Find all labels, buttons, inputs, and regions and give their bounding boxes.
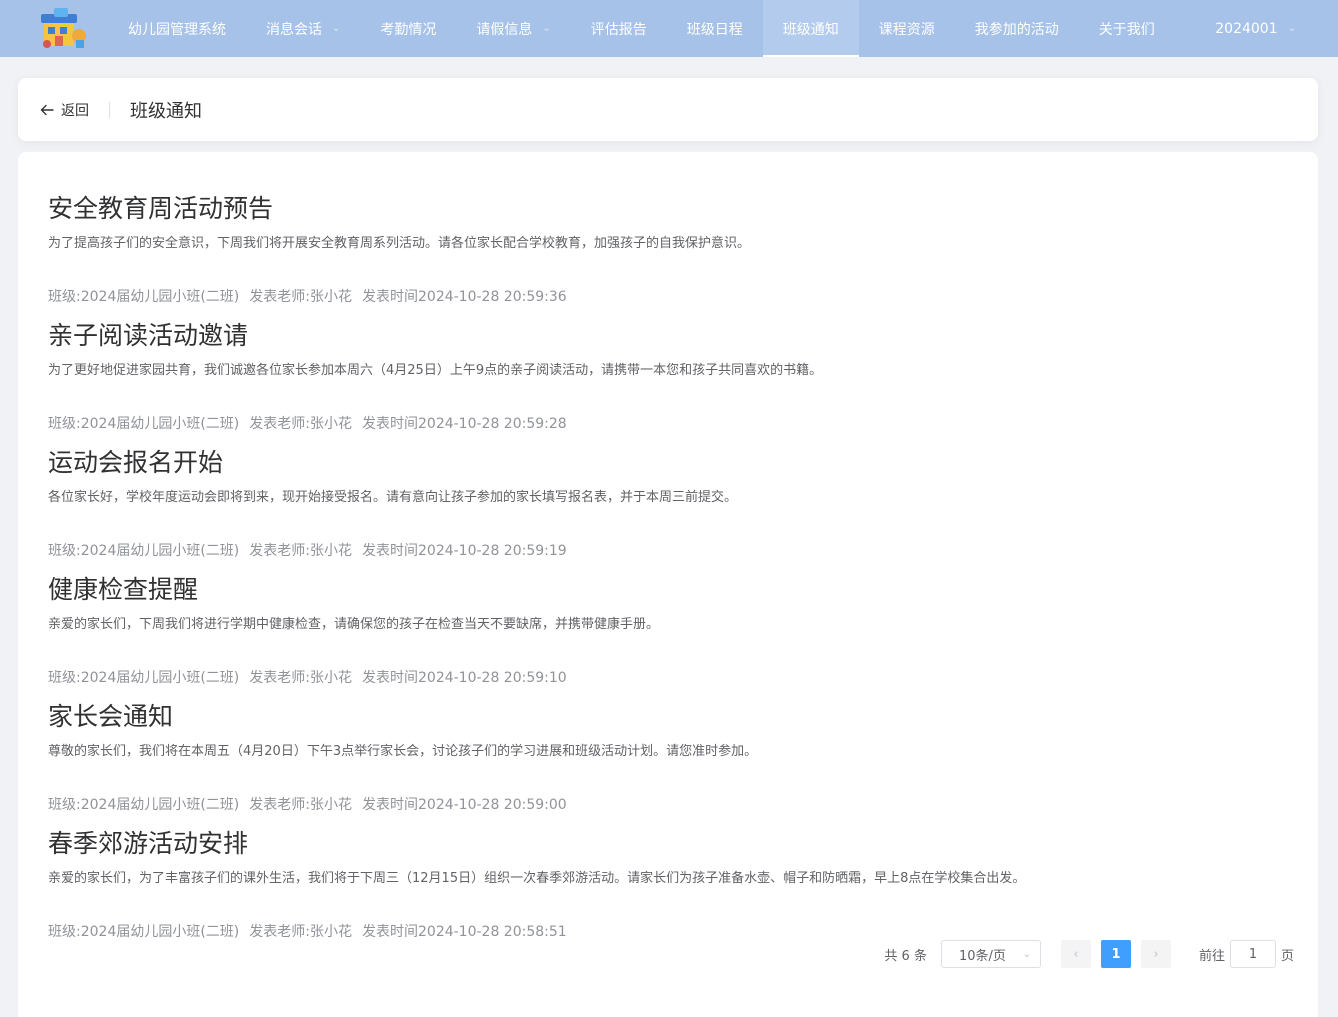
page-title: 班级通知 xyxy=(130,100,202,122)
notice-teacher: 发表老师:张小花 xyxy=(249,543,352,559)
nav-item-attendance[interactable]: 考勤情况 xyxy=(360,0,456,57)
notice-title: 健康检查提醒 xyxy=(48,575,199,604)
page-size-select[interactable]: 10条/页 ⌄ xyxy=(940,940,1041,968)
goto-suffix: 页 xyxy=(1280,948,1294,964)
user-id: 2024001 xyxy=(1215,20,1278,37)
pagination: 共 6 条 10条/页 ⌄ ‹ 1 › 前往 页 xyxy=(884,940,1294,968)
notice-title: 亲子阅读活动邀请 xyxy=(48,321,249,350)
back-label: 返回 xyxy=(61,102,89,119)
notice-item[interactable]: 亲子阅读活动邀请 为了更好地促进家园共育，我们诚邀各位家长参加本周六（4月25日… xyxy=(48,319,1288,434)
nav-item-about[interactable]: 关于我们 xyxy=(1079,0,1175,57)
chevron-down-icon: ⌄ xyxy=(1022,948,1031,960)
nav-label: 请假信息 xyxy=(476,21,533,38)
nav-item-class-notices[interactable]: 班级通知 xyxy=(762,0,859,57)
top-nav: 幼儿园管理系统 消息会话 ⌄ 考勤情况 请假信息 ⌄ 评估报告 班级日程 班级通知 … xyxy=(0,0,1338,57)
notice-meta: 班级:2024届幼儿园小班(二班) 发表老师:张小花 发表时间2024-10-28 … xyxy=(48,795,1288,815)
notice-meta: 班级:2024届幼儿园小班(二班) 发表老师:张小花 发表时间2024-10-28 … xyxy=(48,541,1288,561)
notice-title: 运动会报名开始 xyxy=(48,448,224,477)
nav-label: 班级日程 xyxy=(686,21,743,38)
divider xyxy=(109,101,110,118)
nav-label: 考勤情况 xyxy=(380,21,437,38)
notice-meta: 班级:2024届幼儿园小班(二班) 发表老师:张小花 发表时间2024-10-28 … xyxy=(48,668,1288,688)
notice-class: 班级:2024届幼儿园小班(二班) xyxy=(48,924,240,940)
notice-meta: 班级:2024届幼儿园小班(二班) 发表老师:张小花 发表时间2024-10-28 … xyxy=(48,287,1288,307)
notice-time: 发表时间2024-10-28 20:59:36 xyxy=(362,289,567,305)
chevron-down-icon: ⌄ xyxy=(1287,23,1296,34)
notice-title: 家长会通知 xyxy=(48,702,174,731)
chevron-down-icon: ⌄ xyxy=(542,23,551,34)
nav-item-reports[interactable]: 评估报告 xyxy=(571,0,667,57)
school-logo-icon xyxy=(41,7,86,48)
notice-body: 亲爱的家长们，下周我们将进行学期中健康检查，请确保您的孩子在检查当天不要缺席，并… xyxy=(48,617,660,632)
chevron-right-icon: › xyxy=(1153,946,1159,962)
back-button[interactable]: 返回 xyxy=(40,100,89,120)
notice-list: 安全教育周活动预告 为了提高孩子们的安全意识，下周我们将开展安全教育周系列活动。… xyxy=(18,152,1318,1017)
nav-label: 关于我们 xyxy=(1098,21,1155,38)
user-menu[interactable]: 2024001 ⌄ xyxy=(1195,0,1338,57)
notice-item[interactable]: 运动会报名开始 各位家长好，学校年度运动会即将到来，现开始接受报名。请有意向让孩… xyxy=(48,446,1288,561)
nav-label: 课程资源 xyxy=(878,21,935,38)
nav-label: 我参加的活动 xyxy=(974,21,1059,38)
goto-prefix: 前往 xyxy=(1198,948,1225,964)
notice-item[interactable]: 安全教育周活动预告 为了提高孩子们的安全意识，下周我们将开展安全教育周系列活动。… xyxy=(48,192,1288,307)
nav-item-leave[interactable]: 请假信息 ⌄ xyxy=(456,0,570,57)
logo[interactable] xyxy=(0,0,108,57)
notice-teacher: 发表老师:张小花 xyxy=(249,797,352,813)
nav-item-course-resources[interactable]: 课程资源 xyxy=(859,0,955,57)
notice-title: 春季郊游活动安排 xyxy=(48,829,249,858)
notice-class: 班级:2024届幼儿园小班(二班) xyxy=(48,543,240,559)
nav-label: 班级通知 xyxy=(782,21,839,38)
notice-teacher: 发表老师:张小花 xyxy=(249,924,352,940)
nav-item-messages[interactable]: 消息会话 ⌄ xyxy=(246,0,360,57)
notice-item[interactable]: 家长会通知 尊敬的家长们，我们将在本周五（4月20日）下午3点举行家长会，讨论孩… xyxy=(48,700,1288,815)
nav-label: 消息会话 xyxy=(266,21,322,38)
nav-label: 幼儿园管理系统 xyxy=(128,21,226,38)
notice-teacher: 发表老师:张小花 xyxy=(249,416,352,432)
nav-item-my-activities[interactable]: 我参加的活动 xyxy=(955,0,1079,57)
pagination-total: 共 6 条 xyxy=(884,948,927,964)
nav-item-home[interactable]: 幼儿园管理系统 xyxy=(108,0,246,57)
notice-item[interactable]: 春季郊游活动安排 亲爱的家长们，为了丰富孩子们的课外生活，我们将于下周三（12月… xyxy=(48,827,1288,942)
arrow-left-icon xyxy=(40,104,54,115)
notice-time: 发表时间2024-10-28 20:59:19 xyxy=(362,543,567,559)
notice-class: 班级:2024届幼儿园小班(二班) xyxy=(48,416,240,432)
notice-class: 班级:2024届幼儿园小班(二班) xyxy=(48,670,240,686)
nav-item-schedule[interactable]: 班级日程 xyxy=(667,0,763,57)
notice-meta: 班级:2024届幼儿园小班(二班) 发表老师:张小花 发表时间2024-10-28 … xyxy=(48,414,1288,434)
notice-body: 为了提高孩子们的安全意识，下周我们将开展安全教育周系列活动。请各位家长配合学校教… xyxy=(48,236,751,251)
notice-title: 安全教育周活动预告 xyxy=(48,194,274,223)
nav-label: 评估报告 xyxy=(590,21,647,38)
notice-teacher: 发表老师:张小花 xyxy=(249,670,352,686)
chevron-down-icon: ⌄ xyxy=(332,23,341,34)
notice-body: 为了更好地促进家园共育，我们诚邀各位家长参加本周六（4月25日）上午9点的亲子阅… xyxy=(48,363,823,378)
notice-time: 发表时间2024-10-28 20:59:28 xyxy=(362,416,567,432)
page-number-current[interactable]: 1 xyxy=(1100,940,1131,968)
chevron-left-icon: ‹ xyxy=(1073,946,1079,962)
notice-body: 各位家长好，学校年度运动会即将到来，现开始接受报名。请有意向让孩子参加的家长填写… xyxy=(48,490,738,505)
page-size-value: 10条/页 xyxy=(958,948,1006,964)
prev-page-button[interactable]: ‹ xyxy=(1060,940,1091,968)
notice-class: 班级:2024届幼儿园小班(二班) xyxy=(48,797,240,813)
page-header: 返回 班级通知 xyxy=(18,78,1318,141)
notice-body: 亲爱的家长们，为了丰富孩子们的课外生活，我们将于下周三（12月15日）组织一次春… xyxy=(48,871,1026,886)
notice-time: 发表时间2024-10-28 20:59:10 xyxy=(362,670,567,686)
notice-time: 发表时间2024-10-28 20:58:51 xyxy=(362,924,567,940)
notice-teacher: 发表老师:张小花 xyxy=(249,289,352,305)
notice-class: 班级:2024届幼儿园小班(二班) xyxy=(48,289,240,305)
goto-page-input[interactable] xyxy=(1229,940,1276,968)
notice-meta: 班级:2024届幼儿园小班(二班) 发表老师:张小花 发表时间2024-10-28 … xyxy=(48,922,1288,942)
notice-item[interactable]: 健康检查提醒 亲爱的家长们，下周我们将进行学期中健康检查，请确保您的孩子在检查当… xyxy=(48,573,1288,688)
notice-body: 尊敬的家长们，我们将在本周五（4月20日）下午3点举行家长会，讨论孩子们的学习进… xyxy=(48,744,758,759)
next-page-button[interactable]: › xyxy=(1140,940,1171,968)
notice-time: 发表时间2024-10-28 20:59:00 xyxy=(362,797,567,813)
goto-page: 前往 页 xyxy=(1199,940,1294,968)
